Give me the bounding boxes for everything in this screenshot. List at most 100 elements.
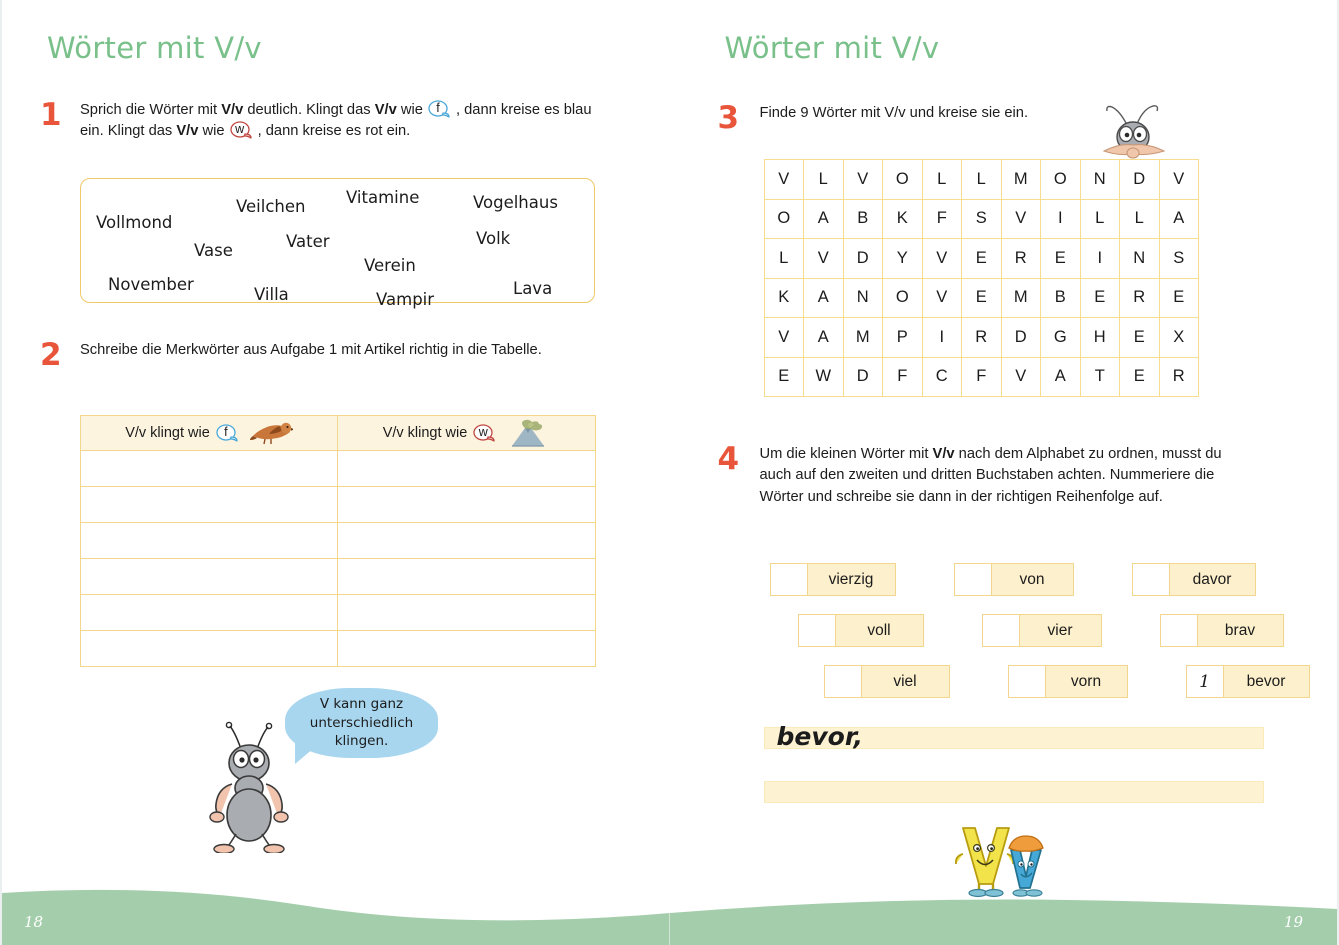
grid-cell[interactable]: N [1119,238,1160,279]
grid-cell[interactable]: L [961,159,1002,200]
word-chip-number-field[interactable] [981,614,1020,647]
grid-cell[interactable]: V [1158,159,1199,200]
table-row[interactable] [80,450,596,487]
word-chip-number-field[interactable]: 1 [1185,665,1224,698]
grid-cell[interactable]: A [1158,198,1199,239]
word-chip[interactable]: vierzig [769,563,896,596]
word-chip[interactable]: voll [797,614,924,647]
grid-cell[interactable]: V [803,238,844,279]
answer-line-2[interactable] [763,781,1264,803]
sound-sorting-table-body[interactable] [80,450,596,667]
grid-cell[interactable]: R [1158,356,1199,397]
grid-cell[interactable]: F [961,356,1002,397]
table-cell[interactable] [337,486,596,523]
table-cell[interactable] [337,630,596,667]
table-cell[interactable] [80,594,338,631]
grid-cell[interactable]: L [763,238,804,279]
table-cell[interactable] [80,630,338,667]
grid-cell[interactable]: D [1119,159,1160,200]
grid-cell[interactable]: X [1158,317,1199,358]
table-cell[interactable] [80,558,338,595]
grid-cell[interactable]: R [1119,277,1160,318]
word-chip[interactable]: von [953,563,1074,596]
pool-word[interactable]: November [108,275,194,294]
grid-cell[interactable]: E [961,238,1002,279]
pool-word[interactable]: Veilchen [236,197,305,216]
word-chip[interactable]: vier [981,614,1102,647]
pool-word[interactable]: Vogelhaus [473,193,558,212]
grid-cell[interactable]: V [1000,198,1041,239]
pool-word[interactable]: Vollmond [96,213,172,232]
grid-cell[interactable]: L [803,159,844,200]
table-row[interactable] [80,594,596,631]
word-chip-number-field[interactable] [1131,563,1170,596]
word-chip[interactable]: 1 bevor [1185,665,1310,698]
grid-cell[interactable]: E [763,356,804,397]
grid-cell[interactable]: I [1040,198,1081,239]
grid-cell[interactable]: M [1000,277,1041,318]
grid-cell[interactable]: S [961,198,1002,239]
grid-cell[interactable]: B [842,198,883,239]
grid-cell[interactable]: T [1079,356,1120,397]
grid-cell[interactable]: B [1040,277,1081,318]
word-chip[interactable]: vorn [1007,665,1128,698]
pool-word[interactable]: Vater [286,232,330,251]
grid-cell[interactable]: W [803,356,844,397]
table-cell[interactable] [80,522,338,559]
word-chip-number-field[interactable] [1159,614,1198,647]
grid-cell[interactable]: F [882,356,923,397]
grid-cell[interactable]: A [1040,356,1081,397]
grid-cell[interactable]: E [1119,317,1160,358]
pool-word[interactable]: Verein [364,256,416,275]
grid-cell[interactable]: M [1000,159,1041,200]
grid-cell[interactable]: O [763,198,804,239]
pool-word[interactable]: Volk [476,229,510,248]
table-row[interactable] [80,558,596,595]
pool-word[interactable]: Vampir [376,290,434,309]
word-chip[interactable]: brav [1159,614,1284,647]
table-cell[interactable] [337,450,596,487]
grid-cell[interactable]: L [921,159,962,200]
table-cell[interactable] [80,450,338,487]
grid-cell[interactable]: O [882,277,923,318]
grid-cell[interactable]: A [803,317,844,358]
grid-cell[interactable]: A [803,277,844,318]
grid-cell[interactable]: E [961,277,1002,318]
grid-cell[interactable]: E [1040,238,1081,279]
grid-cell[interactable]: N [842,277,883,318]
grid-cell[interactable]: D [842,356,883,397]
word-chip-number-field[interactable] [797,614,836,647]
word-chip-number-field[interactable] [953,563,992,596]
pool-word[interactable]: Villa [254,285,289,304]
grid-cell[interactable]: D [1000,317,1041,358]
pool-word[interactable]: Vase [194,241,233,260]
table-row[interactable] [80,630,596,667]
table-row[interactable] [80,522,596,559]
table-row[interactable] [80,486,596,523]
grid-cell[interactable]: M [842,317,883,358]
grid-cell[interactable]: K [882,198,923,239]
grid-cell[interactable]: C [921,356,962,397]
word-search-grid[interactable]: VLVOLLMONDVOABKFSVILLALVDYVEREINSKANOVEM… [763,159,1200,397]
table-cell[interactable] [80,486,338,523]
grid-cell[interactable]: P [882,317,923,358]
table-cell[interactable] [337,594,596,631]
table-cell[interactable] [337,522,596,559]
grid-cell[interactable]: E [1079,277,1120,318]
pool-word[interactable]: Lava [513,279,552,298]
grid-cell[interactable]: H [1079,317,1120,358]
grid-cell[interactable]: V [763,317,804,358]
grid-cell[interactable]: R [1000,238,1041,279]
word-chip-number-field[interactable] [823,665,862,698]
grid-cell[interactable]: K [763,277,804,318]
grid-cell[interactable]: A [803,198,844,239]
word-chip-number-field[interactable] [1007,665,1046,698]
grid-cell[interactable]: V [921,238,962,279]
grid-cell[interactable]: V [763,159,804,200]
grid-cell[interactable]: I [1079,238,1120,279]
grid-cell[interactable]: V [921,277,962,318]
word-chip[interactable]: viel [823,665,950,698]
grid-cell[interactable]: Y [882,238,923,279]
word-chip[interactable]: davor [1131,563,1256,596]
grid-cell[interactable]: I [921,317,962,358]
